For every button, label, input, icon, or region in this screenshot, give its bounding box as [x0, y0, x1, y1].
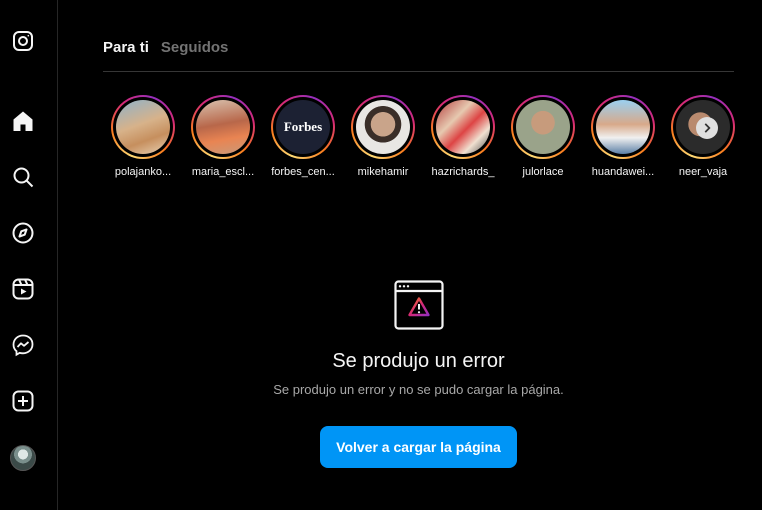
stories-tray: polajanko... maria_escl... Forbes forbes… — [103, 95, 743, 185]
story-username: huandawei... — [591, 166, 655, 178]
story-avatar — [196, 100, 250, 154]
messenger-icon[interactable] — [10, 332, 36, 358]
chevron-right-icon — [704, 123, 711, 133]
forbes-logo: Forbes — [276, 100, 330, 154]
story-item[interactable]: julorlace — [503, 95, 583, 178]
profile-avatar[interactable] — [10, 445, 36, 471]
story-avatar — [436, 100, 490, 154]
story-item[interactable]: maria_escl... — [183, 95, 263, 178]
reels-icon[interactable] — [10, 276, 36, 302]
story-item[interactable]: mikehamir — [343, 95, 423, 178]
tab-para-ti[interactable]: Para ti — [103, 38, 149, 58]
browser-warning-icon — [393, 280, 444, 330]
stories-next-button[interactable] — [696, 117, 718, 139]
story-username: mikehamir — [357, 166, 409, 178]
error-panel: Se produjo un error Se produjo un error … — [103, 280, 734, 397]
story-username: julorlace — [522, 166, 564, 178]
story-avatar — [516, 100, 570, 154]
story-username: maria_escl... — [191, 166, 255, 178]
error-message: Se produjo un error y no se pudo cargar … — [273, 382, 564, 397]
search-icon[interactable] — [10, 164, 36, 190]
story-item[interactable]: polajanko... — [103, 95, 183, 178]
explore-icon[interactable] — [10, 220, 36, 246]
story-avatar — [116, 100, 170, 154]
feed-tabs: Para ti Seguidos — [103, 38, 734, 72]
sidebar — [0, 0, 58, 510]
story-item[interactable]: Forbes forbes_cen... — [263, 95, 343, 178]
story-username: polajanko... — [114, 166, 172, 178]
error-title: Se produjo un error — [332, 350, 505, 372]
story-avatar — [596, 100, 650, 154]
story-avatar — [356, 100, 410, 154]
instagram-logo-icon[interactable] — [10, 28, 36, 54]
story-item[interactable]: hazrichards_ — [423, 95, 503, 178]
story-username: neer_vaja — [678, 166, 728, 178]
story-item[interactable]: huandawei... — [583, 95, 663, 178]
reload-page-button[interactable]: Volver a cargar la página — [320, 426, 517, 468]
story-username: hazrichards_ — [431, 166, 495, 178]
story-username: forbes_cen... — [271, 166, 335, 178]
home-icon[interactable] — [10, 108, 36, 134]
create-icon[interactable] — [10, 388, 36, 414]
tab-seguidos[interactable]: Seguidos — [161, 38, 229, 58]
